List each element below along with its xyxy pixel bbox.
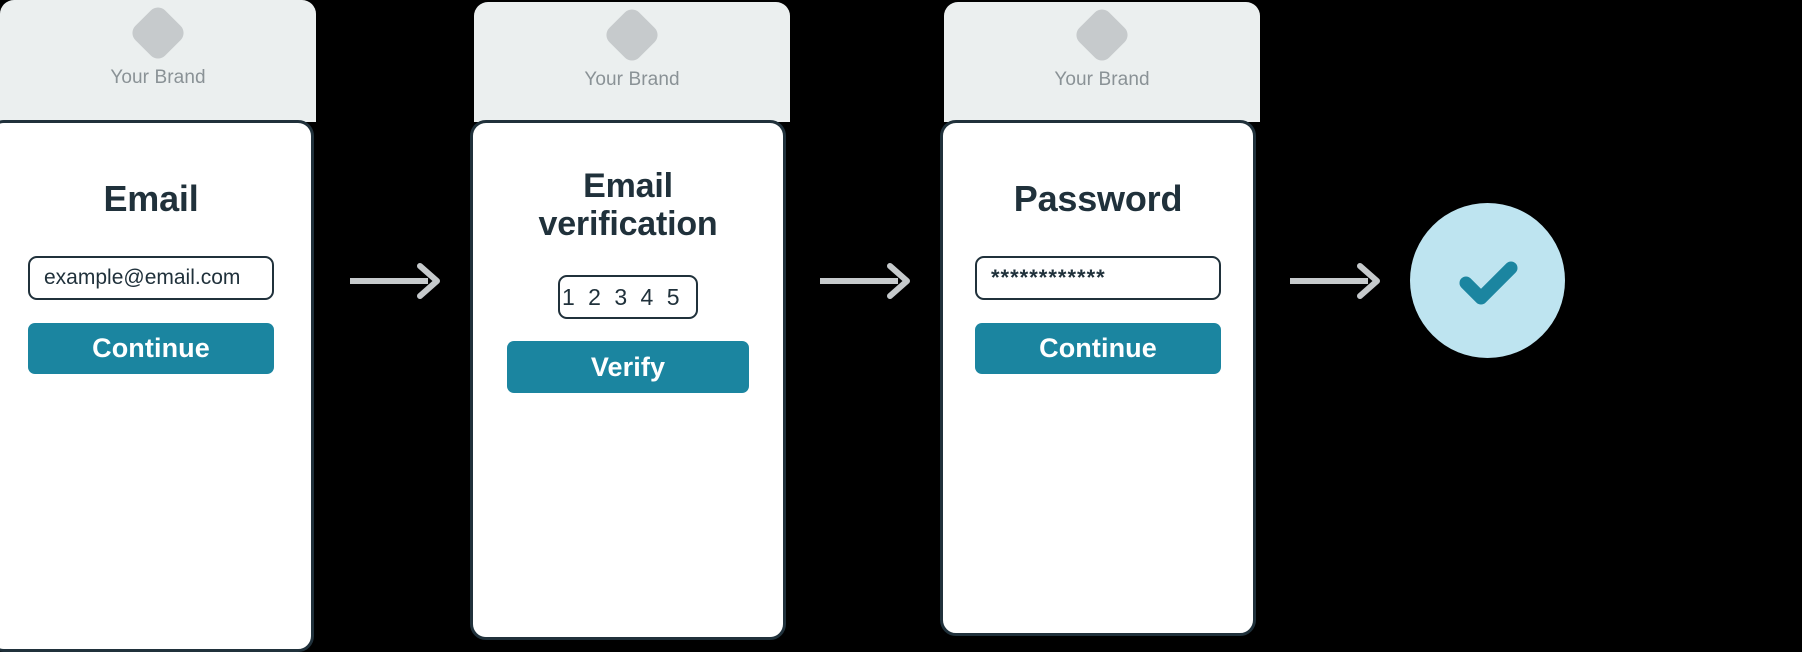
diamond-logo-icon — [602, 5, 662, 65]
continue-button[interactable]: Continue — [975, 323, 1221, 375]
brand-name-label: Your Brand — [1054, 69, 1150, 90]
arrow-right-icon-1 — [350, 263, 440, 299]
check-circle-icon — [1459, 261, 1517, 304]
diamond-logo-icon — [128, 3, 188, 63]
step-card-email: Your Brand Email Continue — [0, 0, 316, 652]
card-header-password: Your Brand — [944, 2, 1260, 122]
success-indicator — [1410, 203, 1565, 358]
card-header-email: Your Brand — [0, 0, 316, 122]
step-card-email-verification: Your Brand Email verification Verify — [470, 0, 790, 644]
card-body-password: Password Continue — [940, 120, 1256, 636]
page-title-email: Email — [103, 178, 199, 219]
arrow-right-icon-3 — [1290, 263, 1380, 299]
continue-button[interactable]: Continue — [28, 323, 274, 375]
page-title-email-verification: Email verification — [538, 167, 718, 244]
diamond-logo-icon — [1072, 5, 1132, 65]
page-title-password: Password — [1013, 178, 1183, 219]
brand-name-label: Your Brand — [584, 69, 680, 90]
verify-button[interactable]: Verify — [507, 341, 749, 394]
arrow-right-icon-2 — [820, 263, 910, 299]
card-header-verification: Your Brand — [474, 2, 790, 122]
brand-name-label: Your Brand — [110, 67, 206, 88]
card-body-verification: Email verification Verify — [470, 120, 786, 640]
verification-code-input[interactable] — [558, 275, 698, 320]
email-input[interactable] — [28, 256, 274, 301]
password-input[interactable] — [975, 256, 1221, 301]
signup-flow-diagram: Your Brand Email Continue Your Brand Ema… — [0, 0, 1802, 652]
step-card-password: Your Brand Password Continue — [940, 0, 1260, 644]
card-body-email: Email Continue — [0, 120, 314, 652]
